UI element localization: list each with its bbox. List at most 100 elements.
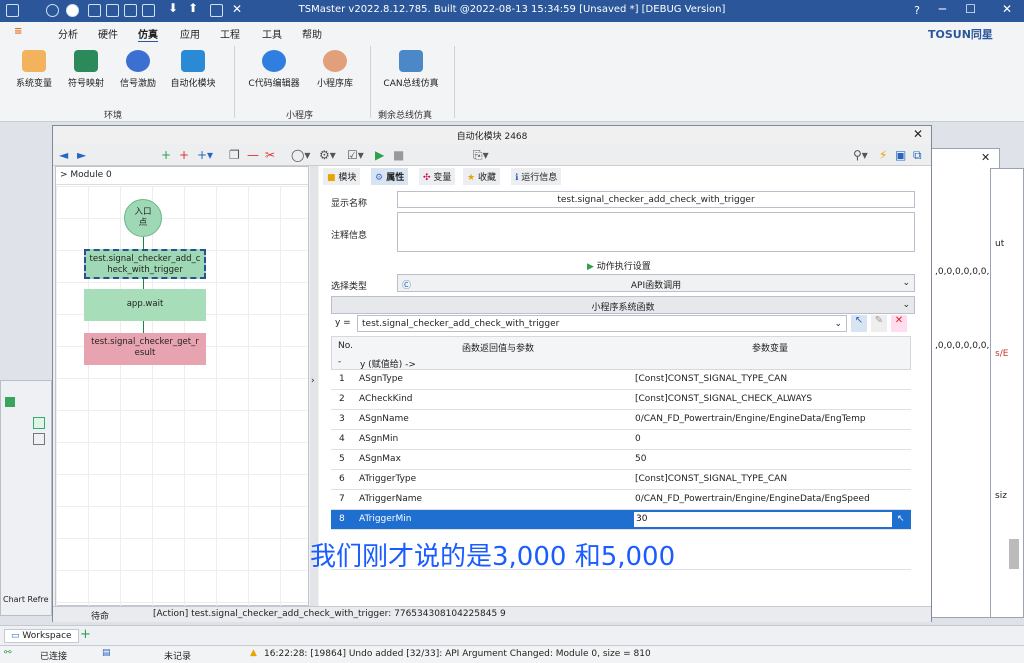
panel-icon[interactable] — [5, 397, 15, 407]
add-workspace-button[interactable]: + — [80, 627, 91, 642]
group-environment: 环境 — [104, 111, 123, 121]
pick-icon[interactable]: ↖ — [851, 315, 867, 332]
function-select[interactable]: test.signal_checker_add_check_with_trigg… — [357, 315, 847, 332]
delete-icon[interactable]: — — [247, 148, 259, 162]
back-icon[interactable]: ◄ — [59, 148, 68, 162]
menu-tools[interactable]: 工具 — [262, 26, 282, 41]
menu-application[interactable]: 应用 — [180, 26, 200, 41]
collapse-icon[interactable]: › — [311, 376, 315, 386]
can-bus-simulation-button[interactable]: CAN总线仿真 — [378, 50, 444, 89]
status-action: [Action] test.signal_checker_add_check_w… — [153, 609, 506, 619]
chevron-down-icon: ⌄ — [834, 319, 842, 329]
settings-icon[interactable]: ⚙▾ — [319, 148, 336, 162]
flow-canvas[interactable]: > Module 0 入口 点 test.signal_checker_add_… — [55, 166, 309, 606]
add-red-icon[interactable]: + — [179, 148, 189, 162]
menu-simulation[interactable]: 仿真 — [138, 26, 158, 43]
flow-node-app-wait[interactable]: app.wait — [84, 289, 206, 321]
maximize-button[interactable]: ☐ — [965, 2, 976, 16]
copy-icon[interactable]: ❐ — [229, 148, 240, 162]
log-icon: ▲ — [250, 648, 257, 658]
brand-logo: TOSUN同星 — [928, 28, 993, 41]
popout-icon[interactable]: ⧉ — [913, 148, 922, 163]
dialog-toolbar: ◄ ► + + +▾ ❐ — ✂ ◯▾ ⚙▾ ☑▾ ▶ ■ ⎘▾ ⚲▾ ⚡ ▣ … — [53, 144, 931, 166]
clear-icon[interactable]: ✕ — [891, 315, 907, 332]
dialog-status-bar: 待命 [Action] test.signal_checker_add_chec… — [53, 606, 931, 622]
add-icon[interactable]: + — [161, 148, 171, 162]
dialog-close-icon[interactable]: ✕ — [913, 127, 923, 141]
connection-status: 已连接 — [40, 652, 68, 662]
param-value-input[interactable]: 30 — [633, 511, 893, 528]
tab-variables[interactable]: ✣ 变量 — [419, 168, 456, 185]
close-button[interactable]: ✕ — [1002, 2, 1012, 16]
cut-icon[interactable]: ✂ — [265, 148, 275, 162]
scrollbar-thumb[interactable] — [1009, 539, 1019, 569]
c-code-editor-button[interactable]: C代码编辑器 — [242, 50, 306, 89]
menu-help[interactable]: 帮助 — [302, 26, 322, 41]
table-row[interactable]: 7 ATriggerName 0/CAN_FD_Powertrain/Engine/… — [331, 490, 911, 510]
edit-icon[interactable]: ✎ — [871, 315, 887, 332]
search-icon[interactable]: ⚲▾ — [853, 148, 868, 162]
table-row[interactable]: 3 ASgnName 0/CAN_FD_Powertrain/Engine/Engi… — [331, 410, 911, 430]
flow-node-add-check[interactable]: test.signal_checker_add_c heck_with_trig… — [84, 249, 206, 279]
action-settings[interactable]: ▶ 动作执行设置 — [587, 259, 651, 272]
connector — [143, 237, 144, 249]
add-dropdown-icon[interactable]: +▾ — [197, 148, 213, 162]
tab-runtime-info[interactable]: ℹ 运行信息 — [511, 168, 562, 185]
window-icon[interactable]: ▣ — [895, 148, 906, 162]
category-header[interactable]: 小程序系统函数 ⌄ — [331, 296, 915, 314]
minimize-button[interactable]: ─ — [939, 2, 946, 16]
export-icon[interactable]: ⎘▾ — [473, 148, 489, 163]
view-icon[interactable]: ◯▾ — [291, 148, 310, 162]
forward-icon[interactable]: ► — [77, 148, 86, 162]
record-status: 未记录 — [164, 652, 192, 662]
flow-node-get-result[interactable]: test.signal_checker_get_r esult — [84, 333, 206, 365]
table-row[interactable]: 5 ASgnMax 50 — [331, 450, 911, 470]
checkbox-icon[interactable] — [33, 433, 45, 445]
record-status-icon: ▤ — [102, 648, 111, 658]
stop-icon[interactable]: ■ — [393, 148, 404, 162]
col-param: 函数返回值与参数 — [462, 344, 535, 354]
c-function-icon: Ⓒ — [402, 281, 412, 291]
params-table-header: No. 函数返回值与参数 参数变量 - y (赋值给) -> — [331, 336, 911, 370]
tab-module[interactable]: ■ 模块 — [323, 168, 361, 185]
help-button[interactable]: ? — [914, 4, 920, 17]
comment-field[interactable] — [397, 212, 915, 252]
tab-properties[interactable]: ⚙ 属性 — [371, 168, 409, 185]
entry-node[interactable]: 入口 点 — [124, 199, 162, 237]
symbol-mapping-button[interactable]: 符号映射 — [60, 50, 112, 89]
ribbon-separator — [234, 46, 235, 118]
table-row[interactable]: 4 ASgnMin 0 — [331, 430, 911, 450]
signal-stimulus-button[interactable]: 信号激励 — [112, 50, 164, 89]
log-message: 16:22:28: [19864] Undo added [32/33]: AP… — [264, 649, 651, 659]
background-window-right: ut s/E siz — [990, 168, 1024, 618]
monitor-icon: ▭ — [11, 631, 20, 641]
checkbox-icon[interactable] — [33, 417, 45, 429]
menu-project[interactable]: 工程 — [220, 26, 240, 41]
close-icon[interactable]: ✕ — [981, 151, 990, 164]
table-row[interactable]: 1 ASgnType [Const]CONST_SIGNAL_TYPE_CAN — [331, 370, 911, 390]
tab-favorites[interactable]: ★ 收藏 — [463, 168, 500, 185]
app-menu-icon[interactable]: ≡ — [14, 26, 22, 37]
workspace-tab[interactable]: ▭ Workspace — [4, 629, 79, 643]
table-row[interactable]: 2 ACheckKind [Const]CONST_SIGNAL_CHECK_ALW… — [331, 390, 911, 410]
select-type-dropdown[interactable]: Ⓒ API函数调用 ⌄ — [397, 274, 915, 292]
group-residual-bus: 剩余总线仿真 — [378, 111, 433, 121]
col-no: No. — [338, 341, 353, 351]
module-breadcrumb: > Module 0 — [56, 167, 308, 185]
run-icon[interactable]: ▶ — [375, 148, 384, 162]
menu-analysis[interactable]: 分析 — [58, 26, 78, 41]
connector — [143, 321, 144, 333]
check-icon[interactable]: ☑▾ — [347, 148, 364, 162]
menu-hardware[interactable]: 硬件 — [98, 26, 118, 41]
mini-program-library-button[interactable]: 小程序库 — [306, 50, 364, 89]
pick-icon[interactable]: ↖ — [897, 514, 905, 524]
automation-module-button[interactable]: 自动化模块 — [164, 50, 222, 89]
table-row[interactable]: 6 ATriggerType [Const]CONST_SIGNAL_TYPE_CA… — [331, 470, 911, 490]
lightning-icon[interactable]: ⚡ — [879, 148, 887, 162]
col-var: 参数变量 — [752, 344, 789, 354]
connector — [143, 279, 144, 289]
system-variables-button[interactable]: 系统变量 — [8, 50, 60, 89]
table-row-selected[interactable]: 8 ATriggerMin 30 ↖ — [331, 510, 911, 530]
display-name-field[interactable]: test.signal_checker_add_check_with_trigg… — [397, 191, 915, 208]
ribbon-separator — [454, 46, 455, 118]
